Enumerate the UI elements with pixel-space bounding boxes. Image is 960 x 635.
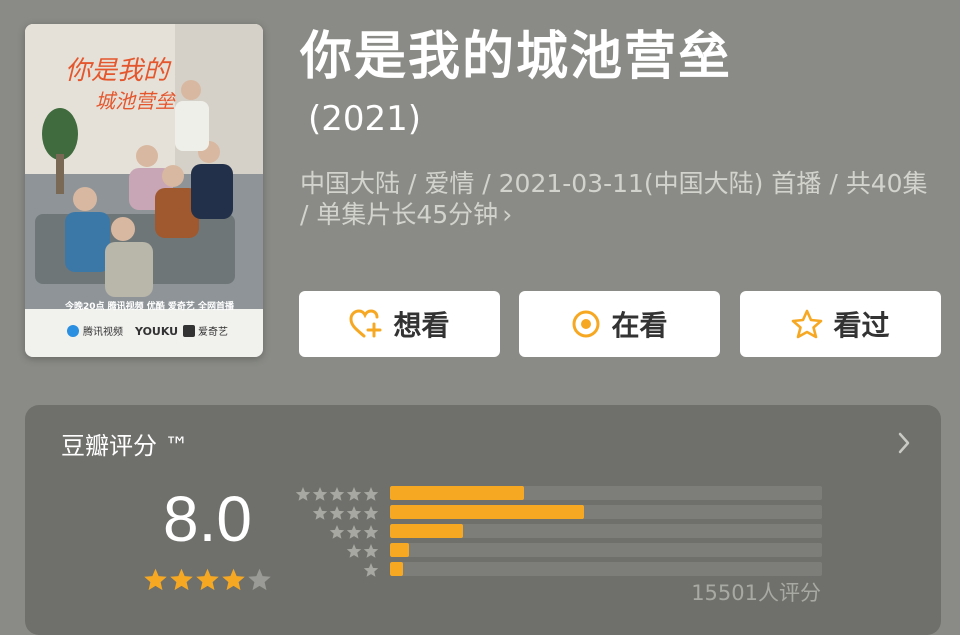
row-stars bbox=[312, 505, 379, 525]
rating-row-4-star bbox=[293, 505, 823, 520]
star-small-icon bbox=[295, 486, 311, 506]
rating-row-2-star bbox=[293, 543, 823, 558]
release-year: (2021) bbox=[308, 99, 422, 139]
star-small-icon bbox=[329, 486, 345, 506]
rating-count: 15501人评分 bbox=[691, 581, 821, 605]
watched-button[interactable]: 看过 bbox=[740, 291, 941, 357]
rating-row-3-star bbox=[293, 524, 823, 539]
star-filled-icon bbox=[143, 567, 168, 596]
rating-row-5-star bbox=[293, 486, 823, 501]
star-small-icon bbox=[312, 486, 328, 506]
star-empty-icon bbox=[247, 567, 272, 596]
rating-bar-fill bbox=[390, 505, 585, 519]
rating-bar-track bbox=[390, 562, 822, 576]
row-stars bbox=[295, 486, 379, 506]
star-outline-icon bbox=[791, 309, 823, 339]
rating-bar-track bbox=[390, 486, 822, 500]
poster-art: 你是我的 城池营垒 今晚20点 腾讯视频 优酷 爱奇艺 全网首播 腾讯视频 YO… bbox=[25, 24, 263, 357]
svg-text:你是我的: 你是我的 bbox=[65, 56, 172, 86]
star-small-icon bbox=[363, 486, 379, 506]
watching-button[interactable]: 在看 bbox=[519, 291, 720, 357]
star-small-icon bbox=[329, 505, 345, 525]
rating-bar-fill bbox=[390, 486, 524, 500]
rating-bar-fill bbox=[390, 524, 464, 538]
movie-meta[interactable]: 中国大陆 / 爱情 / 2021-03-11(中国大陆) 首播 / 共40集 /… bbox=[300, 168, 940, 230]
star-small-icon bbox=[346, 543, 362, 563]
star-small-icon bbox=[363, 524, 379, 544]
star-small-icon bbox=[363, 543, 379, 563]
rating-row-1-star bbox=[293, 562, 823, 577]
rating-bar-fill bbox=[390, 562, 403, 576]
star-small-icon bbox=[346, 505, 362, 525]
watched-label: 看过 bbox=[833, 309, 890, 342]
chevron-right-icon: › bbox=[502, 200, 513, 229]
want-to-watch-label: 想看 bbox=[393, 309, 450, 342]
poster-image[interactable]: 你是我的 城池营垒 今晚20点 腾讯视频 优酷 爱奇艺 全网首播 腾讯视频 YO… bbox=[25, 24, 263, 357]
star-small-icon bbox=[346, 524, 362, 544]
star-small-icon bbox=[363, 505, 379, 525]
svg-text:腾讯视频: 腾讯视频 bbox=[83, 325, 123, 338]
star-small-icon bbox=[346, 486, 362, 506]
row-stars bbox=[346, 543, 379, 563]
star-small-icon bbox=[312, 505, 328, 525]
page-title: 你是我的城池营垒 bbox=[300, 27, 733, 87]
svg-text:YOUKU: YOUKU bbox=[134, 325, 178, 338]
svg-text:城池营垒: 城池营垒 bbox=[95, 89, 176, 113]
rating-title: 豆瓣评分 ™ bbox=[61, 432, 189, 460]
rating-bar-track bbox=[390, 505, 822, 519]
rating-card[interactable]: 豆瓣评分 ™ 8.0 15501人评分 bbox=[25, 405, 941, 635]
rating-bar-track bbox=[390, 543, 822, 557]
row-stars bbox=[363, 562, 379, 582]
star-small-icon bbox=[363, 562, 379, 582]
meta-text: 中国大陆 / 爱情 / 2021-03-11(中国大陆) 首播 / 共40集 /… bbox=[300, 169, 928, 229]
svg-text:今晚20点 腾讯视频 优酷 爱奇艺 全网首播: 今晚20点 腾讯视频 优酷 爱奇艺 全网首播 bbox=[64, 300, 235, 312]
star-filled-icon bbox=[221, 567, 246, 596]
circle-dot-icon bbox=[571, 309, 601, 339]
want-to-watch-button[interactable]: 想看 bbox=[299, 291, 500, 357]
row-stars bbox=[329, 524, 379, 544]
chevron-right-icon[interactable] bbox=[897, 431, 911, 459]
svg-text:爱奇艺: 爱奇艺 bbox=[198, 325, 228, 338]
rating-bar-fill bbox=[390, 543, 410, 557]
heart-plus-icon bbox=[349, 309, 383, 339]
rating-bar-track bbox=[390, 524, 822, 538]
rating-stars bbox=[143, 567, 272, 596]
star-filled-icon bbox=[169, 567, 194, 596]
watching-label: 在看 bbox=[611, 309, 668, 342]
star-small-icon bbox=[329, 524, 345, 544]
rating-score: 8.0 bbox=[163, 483, 252, 555]
star-filled-icon bbox=[195, 567, 220, 596]
